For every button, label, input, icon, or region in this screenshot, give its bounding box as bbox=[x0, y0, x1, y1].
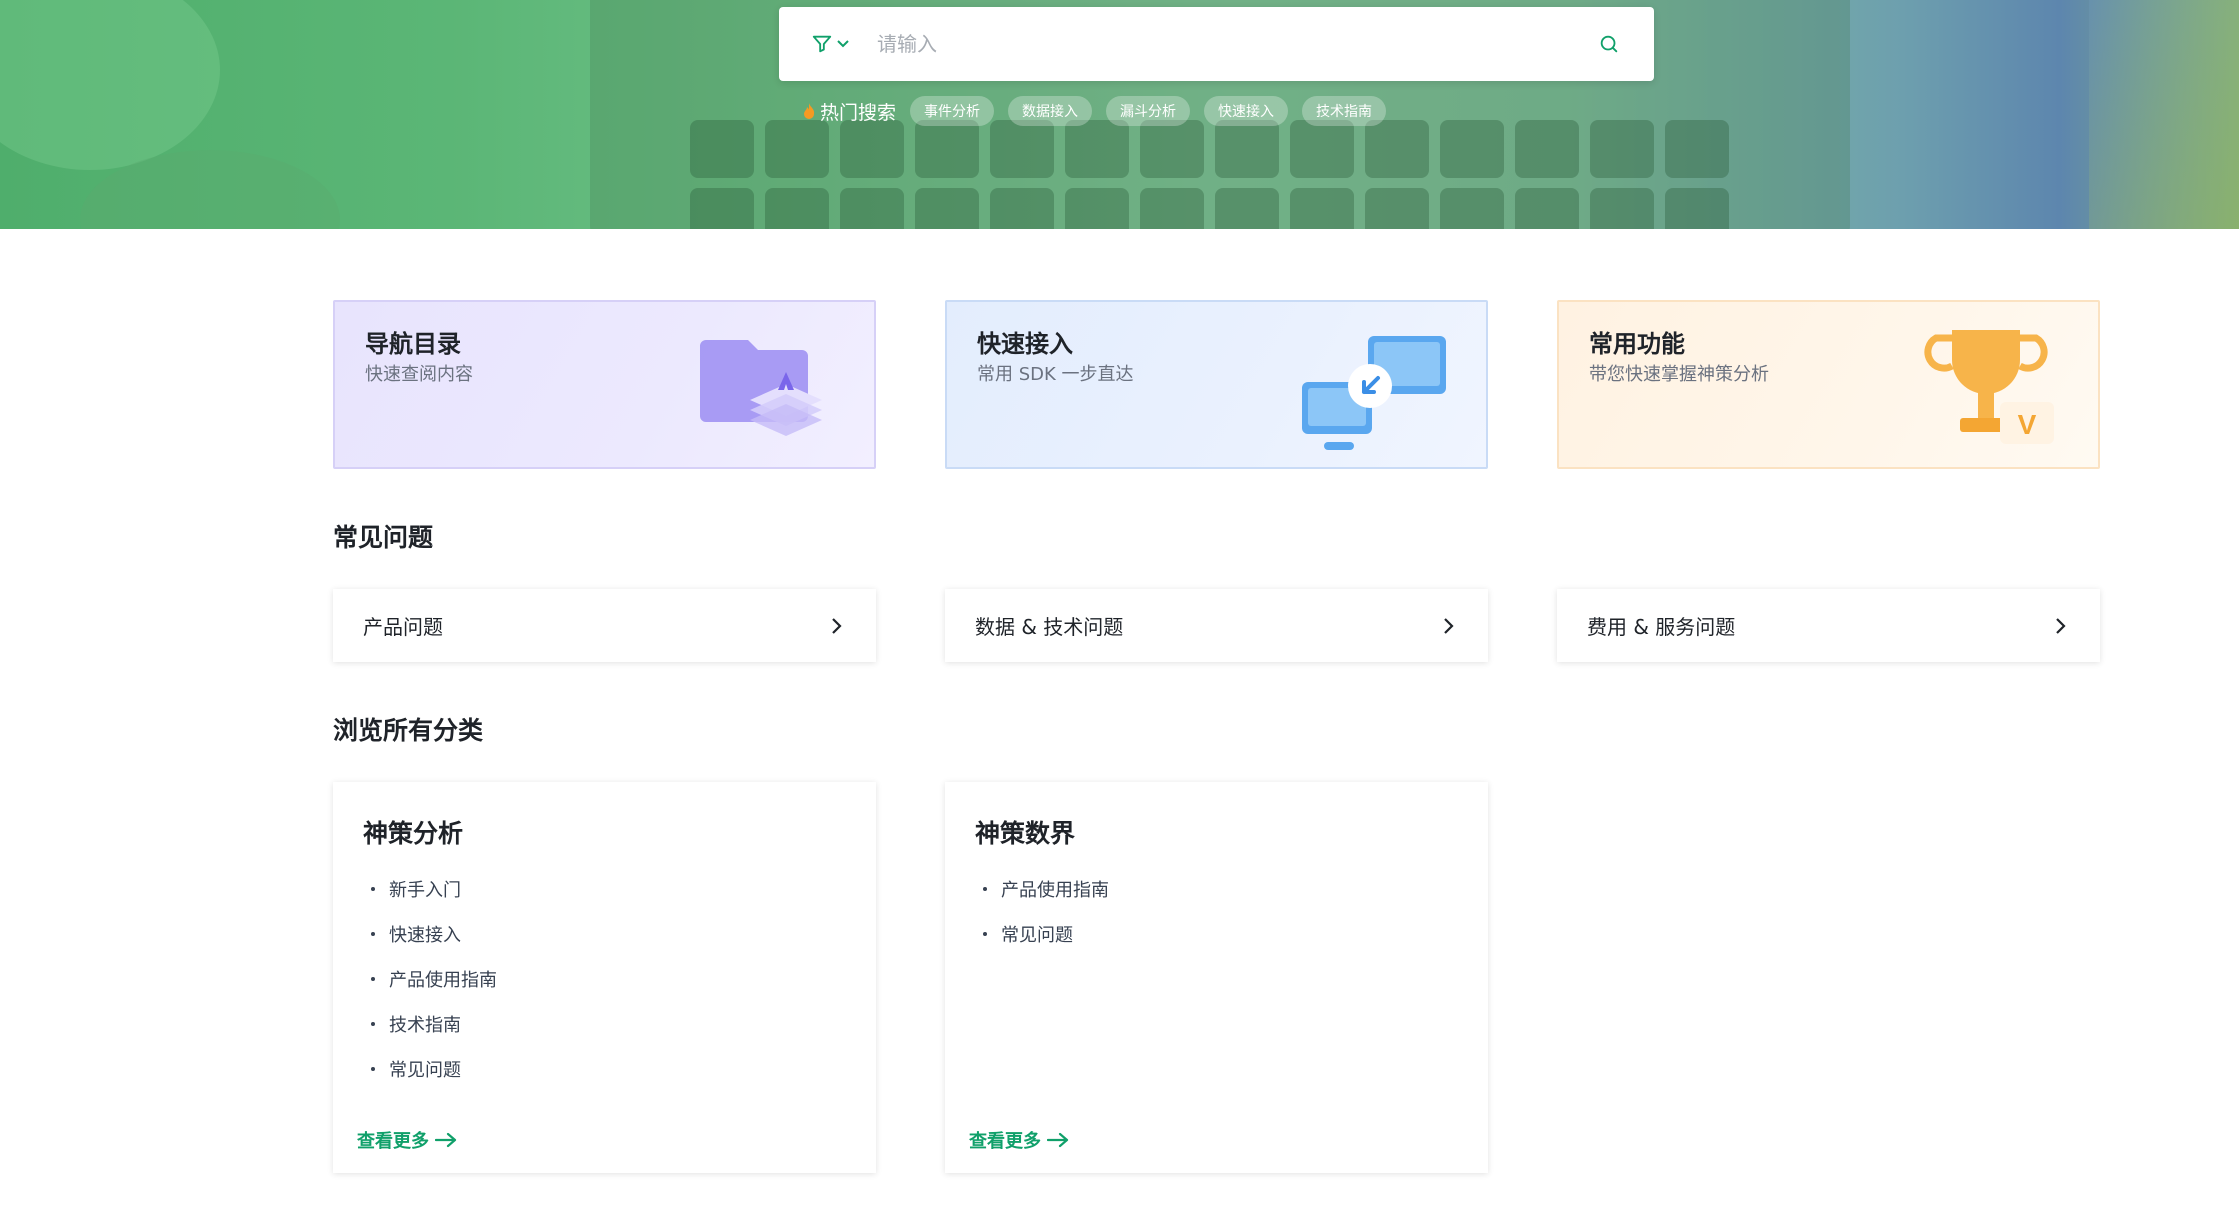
hot-tag[interactable]: 事件分析 bbox=[910, 96, 995, 126]
feature-subtitle: 常用 SDK 一步直达 bbox=[977, 364, 1134, 385]
hot-tag[interactable]: 技术指南 bbox=[1302, 96, 1387, 126]
categories-section-title: 浏览所有分类 bbox=[333, 716, 484, 745]
chevron-right-icon bbox=[832, 617, 842, 634]
arrow-right-icon bbox=[1047, 1132, 1069, 1148]
category-link[interactable]: 产品使用指南 bbox=[371, 956, 497, 1001]
chevron-down-icon bbox=[837, 40, 849, 48]
filter-dropdown[interactable] bbox=[811, 24, 867, 64]
view-more-label: 查看更多 bbox=[969, 1131, 1041, 1152]
folder-icon bbox=[700, 340, 822, 436]
category-list: 新手入门 快速接入 产品使用指南 技术指南 常见问题 bbox=[371, 866, 497, 1091]
feature-subtitle: 快速查阅内容 bbox=[365, 364, 473, 385]
feature-subtitle: 带您快速掌握神策分析 bbox=[1589, 364, 1769, 385]
feature-card-functions[interactable]: 常用功能 带您快速掌握神策分析 V bbox=[1557, 300, 2100, 469]
category-list: 产品使用指南 常见问题 bbox=[983, 866, 1109, 956]
faq-card-billing-service[interactable]: 费用 & 服务问题 bbox=[1557, 589, 2100, 662]
search-box bbox=[779, 7, 1654, 81]
faq-section-title: 常见问题 bbox=[333, 523, 434, 552]
faq-card-product[interactable]: 产品问题 bbox=[333, 589, 876, 662]
faq-card-data-tech[interactable]: 数据 & 技术问题 bbox=[945, 589, 1488, 662]
feature-card-nav[interactable]: 导航目录 快速查阅内容 bbox=[333, 300, 876, 469]
view-more-link[interactable]: 查看更多 bbox=[969, 1127, 1069, 1153]
faq-label: 产品问题 bbox=[363, 615, 443, 639]
hot-search-row: 热门搜索 事件分析 数据接入 漏斗分析 快速接入 技术指南 bbox=[802, 96, 1387, 126]
feature-title: 导航目录 bbox=[365, 330, 461, 358]
chevron-right-icon bbox=[2056, 617, 2066, 634]
fire-icon bbox=[804, 103, 815, 119]
chevron-right-icon bbox=[1444, 617, 1454, 634]
view-more-label: 查看更多 bbox=[357, 1131, 429, 1152]
category-link[interactable]: 产品使用指南 bbox=[983, 866, 1109, 911]
hot-tag[interactable]: 漏斗分析 bbox=[1106, 96, 1191, 126]
trophy-icon: V bbox=[1924, 330, 2054, 444]
faq-label: 数据 & 技术问题 bbox=[975, 615, 1124, 639]
filter-icon bbox=[812, 35, 832, 53]
arrow-right-icon bbox=[435, 1132, 457, 1148]
search-button[interactable] bbox=[1584, 19, 1634, 69]
feature-card-sdk[interactable]: 快速接入 常用 SDK 一步直达 bbox=[945, 300, 1488, 469]
category-title: 神策分析 bbox=[363, 819, 464, 848]
category-card-analysis: 神策分析 新手入门 快速接入 产品使用指南 技术指南 常见问题 查看更多 bbox=[333, 782, 876, 1173]
category-link[interactable]: 快速接入 bbox=[371, 911, 497, 956]
hero-edge-decoration bbox=[2089, 0, 2239, 229]
hot-tag[interactable]: 快速接入 bbox=[1204, 96, 1289, 126]
faq-label: 费用 & 服务问题 bbox=[1587, 615, 1736, 639]
category-title: 神策数界 bbox=[975, 819, 1076, 848]
hot-tag[interactable]: 数据接入 bbox=[1008, 96, 1093, 126]
view-more-link[interactable]: 查看更多 bbox=[357, 1127, 457, 1153]
hot-search-label: 热门搜索 bbox=[802, 98, 896, 125]
category-link[interactable]: 新手入门 bbox=[371, 866, 497, 911]
plant-decoration bbox=[0, 0, 220, 170]
category-link[interactable]: 技术指南 bbox=[371, 1001, 497, 1046]
category-card-databoundary: 神策数界 产品使用指南 常见问题 查看更多 bbox=[945, 782, 1488, 1173]
category-link[interactable]: 常见问题 bbox=[983, 911, 1109, 956]
trophy-badge: V bbox=[2018, 409, 2037, 440]
feature-title: 快速接入 bbox=[977, 330, 1073, 358]
category-link[interactable]: 常见问题 bbox=[371, 1046, 497, 1091]
search-input[interactable] bbox=[877, 19, 1584, 69]
search-icon bbox=[1600, 35, 1618, 53]
sdk-monitor-icon bbox=[1302, 336, 1446, 450]
hot-search-text: 热门搜索 bbox=[820, 101, 897, 124]
feature-title: 常用功能 bbox=[1589, 330, 1685, 358]
